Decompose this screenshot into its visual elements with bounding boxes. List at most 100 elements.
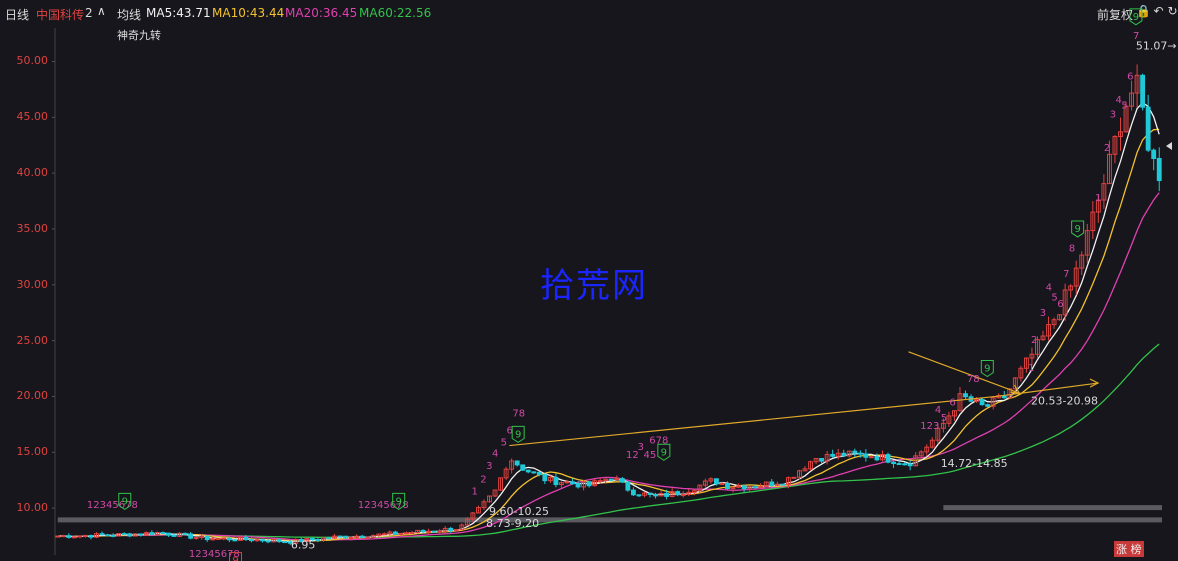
candle-body xyxy=(625,481,631,491)
count-label: 1 xyxy=(472,487,478,498)
candle-body xyxy=(830,453,836,457)
pointer-arrow xyxy=(908,351,1020,394)
candle-body xyxy=(741,485,747,490)
count-label: 4 xyxy=(492,449,498,460)
candle xyxy=(929,437,935,449)
candle xyxy=(503,466,509,481)
count-label: 3 xyxy=(486,461,492,472)
candle-body xyxy=(226,537,232,541)
candle xyxy=(619,476,625,484)
candle xyxy=(1118,117,1123,151)
candle-body xyxy=(647,492,653,495)
ma20-line xyxy=(57,192,1160,541)
candle xyxy=(204,535,210,542)
candle-body xyxy=(127,533,133,537)
candle xyxy=(813,457,819,465)
candle xyxy=(808,460,813,471)
candle xyxy=(1129,80,1134,111)
candle-body xyxy=(232,539,238,542)
candle xyxy=(77,535,83,539)
candle xyxy=(282,541,288,544)
candle xyxy=(907,460,913,471)
marker-label: 9 xyxy=(396,496,402,507)
candle-body xyxy=(188,533,194,539)
count-label: 45 xyxy=(643,450,656,461)
support-band xyxy=(943,505,1162,511)
price-pointer xyxy=(1166,142,1172,150)
candle xyxy=(188,532,194,540)
candle xyxy=(675,490,681,497)
candle xyxy=(66,533,72,539)
candle xyxy=(780,483,786,486)
candle-body xyxy=(337,535,343,538)
y-tick-label: 30.00 xyxy=(16,277,49,291)
candle xyxy=(1134,64,1140,108)
candle-body xyxy=(221,537,227,540)
candle xyxy=(171,533,177,537)
candle-body xyxy=(597,480,603,483)
candle-body xyxy=(348,536,354,539)
candle xyxy=(791,476,797,479)
candle xyxy=(1062,283,1068,321)
count-label: 1 xyxy=(1028,363,1034,374)
candle xyxy=(392,530,398,535)
candle-body xyxy=(426,530,432,533)
candle xyxy=(487,495,492,503)
candle-body xyxy=(276,539,282,543)
candle-body xyxy=(437,530,443,533)
candle xyxy=(968,394,974,403)
candle xyxy=(83,534,88,538)
count-label: 123 xyxy=(920,421,939,432)
candle xyxy=(963,390,968,400)
candle-body xyxy=(381,533,387,536)
candle-body xyxy=(570,481,575,485)
count-label: 1 xyxy=(1095,193,1101,204)
nine-turn-marker: 9 xyxy=(511,425,525,444)
y-tick-label: 20.00 xyxy=(16,389,49,403)
candle xyxy=(431,530,437,533)
candle xyxy=(254,539,260,543)
candle-body xyxy=(907,463,913,467)
candle xyxy=(885,452,891,464)
candle xyxy=(553,473,559,488)
candle xyxy=(337,535,343,538)
support-band xyxy=(57,517,1163,523)
candle-body xyxy=(780,483,786,486)
candle xyxy=(1101,174,1107,209)
badge-label: 涨 xyxy=(1116,543,1127,556)
candle xyxy=(686,489,692,497)
candle-body xyxy=(193,537,199,540)
candle-body xyxy=(326,537,332,540)
candle-body xyxy=(249,539,254,542)
count-label: 5 xyxy=(501,438,507,449)
candle-body xyxy=(885,454,891,463)
candle xyxy=(702,478,708,488)
candle-body xyxy=(254,539,260,542)
candle xyxy=(498,477,504,492)
marker-label: 9 xyxy=(122,496,128,507)
candle-body xyxy=(902,463,908,466)
candle xyxy=(260,539,265,543)
candle-body xyxy=(149,532,155,536)
candle-body xyxy=(841,452,847,457)
candle xyxy=(127,532,133,538)
candle-body xyxy=(525,469,531,473)
candle-body xyxy=(448,527,454,532)
candle-body xyxy=(531,471,537,474)
count-label: 6 xyxy=(1127,71,1133,82)
marker-label: 9 xyxy=(232,556,238,561)
candle xyxy=(924,444,930,456)
candle-body xyxy=(204,535,210,541)
ranking-badge[interactable]: 涨 榜 xyxy=(1114,541,1144,557)
candle xyxy=(149,530,155,536)
candle xyxy=(55,535,61,538)
candle xyxy=(802,466,808,472)
candle xyxy=(475,505,481,514)
candle-body xyxy=(536,471,542,476)
candle xyxy=(946,411,952,427)
candle xyxy=(215,537,221,540)
candle xyxy=(110,533,116,538)
candle-body xyxy=(166,532,171,536)
candle-body xyxy=(963,393,968,398)
candle xyxy=(647,492,653,498)
